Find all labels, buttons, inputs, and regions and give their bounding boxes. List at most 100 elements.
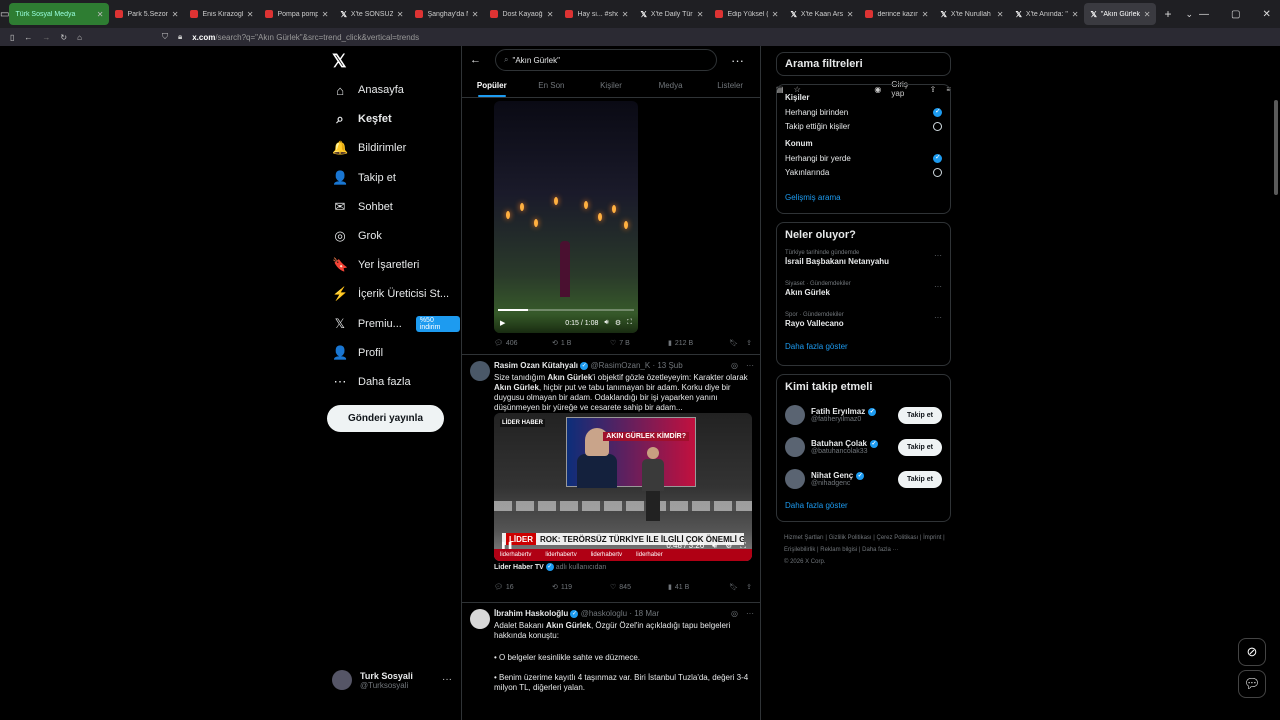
follow-suggestion[interactable]: Nihat Genç ✓ @nihadgenc Takip et [777,463,950,495]
bookmark-button[interactable]: 🔖︎ [729,339,738,347]
follow-button[interactable]: Takip et [898,471,942,488]
trend-more-icon[interactable]: ··· [934,251,942,260]
account-switcher[interactable]: Turk Sosyali @Turksosyali ··· [332,670,452,690]
browser-tab[interactable]: Enis Kirazoglu - Y ✕ [184,3,259,25]
post-button[interactable]: Gönderi yayınla [327,405,444,432]
browser-tab[interactable]: 𝕏X'te Anında: "Bir F ✕ [1009,3,1084,25]
search-tab[interactable]: Kişiler [581,74,641,97]
tab-close-icon[interactable]: ✕ [1144,10,1151,19]
follow-button[interactable]: Takip et [898,407,942,424]
follow-suggestion[interactable]: Fatih Eryılmaz ✓ @fatiheryilmaz0 Takip et [777,399,950,431]
radio-button[interactable] [933,153,942,163]
views-button[interactable]: ▮ 41 B [668,583,726,592]
browser-tab[interactable]: Dost Kayaoğlu - Y ✕ [484,3,559,25]
tab-close-icon[interactable]: ✕ [1072,10,1079,19]
sidebar-toggle-icon[interactable]: ▯ [10,33,14,42]
browser-tab[interactable]: Hay si... #shorts # ✕ [559,3,634,25]
tab-close-icon[interactable]: ✕ [697,10,704,19]
nav-item[interactable]: ⚡ İçerik Üreticisi St... [332,284,449,304]
grok-icon[interactable]: ◎ [731,609,738,618]
search-input[interactable]: ⌕ "Akın Gürlek" [495,49,717,71]
browser-tab[interactable]: derince kazın kuy ✕ [859,3,934,25]
nav-item[interactable]: 𝕏 Premiu... %50 indirim [332,314,460,334]
fullscreen-icon[interactable]: ⛶ [627,319,632,327]
footer-link[interactable]: Reklam bilgisi [820,547,857,553]
tab-close-icon[interactable]: ✕ [397,10,404,19]
tweet-date[interactable]: 13 Şub [657,361,682,370]
author-handle[interactable]: @RasimOzan_K [591,361,651,370]
reply-button[interactable]: 💬︎ 16 [494,583,552,592]
nav-item[interactable]: 🔖 Yer İşaretleri [332,255,419,275]
scrollbar[interactable] [1274,100,1278,195]
tab-list-icon[interactable]: ▭ [0,9,9,20]
minimize-icon[interactable]: — [1199,9,1209,20]
more-options-icon[interactable]: ··· [731,53,744,68]
reload-icon[interactable]: ↻ [60,33,67,42]
search-tab[interactable]: Listeler [700,74,760,97]
filter-option[interactable]: Yakınlarında [777,165,950,179]
reply-button[interactable]: 💬︎ 406 [494,339,552,348]
browser-tab[interactable]: Şanghay'da Nefes ✕ [409,3,484,25]
browser-tab[interactable]: 𝕏X'te SONSUZ: " ✕ [334,3,409,25]
filter-option[interactable]: Herhangi bir yerde [777,151,950,165]
views-button[interactable]: ▮ 212 B [668,339,726,348]
trend-more-icon[interactable]: ··· [934,313,942,322]
share-icon[interactable]: ⇪ [746,339,752,347]
video-player[interactable]: ▶ 0:15 / 1:08 🔊︎ ⚙ ⛶ [494,101,638,333]
avatar[interactable] [785,469,805,489]
search-tab[interactable]: Popüler [462,74,522,97]
repost-button[interactable]: ⟲ 119 [552,583,610,592]
who-more-link[interactable]: Daha fazla göster [777,501,950,510]
messages-fab-icon[interactable]: 💬︎ [1238,670,1266,698]
advanced-search-link[interactable]: Gelişmiş arama [777,193,950,202]
video-player[interactable]: AKIN GÜRLEK KİMDİR? LİDER HABER LİDER RO… [494,413,752,561]
trend-item[interactable]: Türkiye tarihinde gündemde İsrail Başbaka… [777,247,950,278]
lock-icon[interactable]: 🔒︎ [178,32,182,42]
shield-icon[interactable]: ⛉ [162,32,168,42]
new-tab-button[interactable]: + [1156,7,1179,21]
nav-item[interactable]: 👤 Takip et [332,168,396,188]
settings-icon[interactable]: ⚙ [615,319,621,327]
author-name[interactable]: Rasim Ozan Kütahyalı [494,361,578,370]
repost-button[interactable]: ⟲ 1 B [552,339,610,348]
grok-icon[interactable]: ◎ [731,361,738,370]
browser-tab[interactable]: Türk Sosyal Medya ✕ [9,3,110,25]
browser-tab[interactable]: 𝕏 "Akın Gürlek" ✕ [1084,3,1157,25]
search-tab[interactable]: En Son [522,74,582,97]
tab-close-icon[interactable]: ✕ [547,10,554,19]
footer-link[interactable]: Daha fazla ··· [862,547,898,553]
home-browser-icon[interactable]: ⌂ [77,33,82,42]
more-icon[interactable]: ··· [746,361,754,370]
grok-fab-icon[interactable]: ⊘ [1238,638,1266,666]
follow-button[interactable]: Takip et [898,439,942,456]
avatar[interactable] [470,361,490,381]
tab-close-icon[interactable]: ✕ [97,10,104,19]
browser-tab[interactable]: Pompa pompas ✕ [259,3,334,25]
tab-close-icon[interactable]: ✕ [322,10,329,19]
author-name[interactable]: İbrahim Haskoloğlu [494,609,568,618]
video-progress[interactable] [498,309,634,311]
account-more-icon[interactable]: ··· [442,674,452,685]
browser-tab[interactable]: 𝕏X'te Nurullah Efe: ✕ [934,3,1009,25]
follow-suggestion[interactable]: Batuhan Çolak ✓ @batuhancolak33 Takip et [777,431,950,463]
tab-close-icon[interactable]: ✕ [247,10,254,19]
nav-item[interactable]: ⌕ Keşfet [332,109,391,129]
radio-button[interactable] [933,107,942,117]
trend-item[interactable]: Spor · Gündemdekiler Rayo Vallecano ··· [777,309,950,340]
footer-link[interactable]: Çerez Politikası [877,535,919,541]
nav-item[interactable]: ⋯ Daha fazla [332,372,411,392]
avatar[interactable] [470,609,490,629]
radio-button[interactable] [933,121,942,131]
tab-overflow-icon[interactable]: ⌄ [1179,9,1199,20]
like-button[interactable]: ♡ 7 B [610,339,668,348]
browser-tab[interactable]: 𝕏X'te Daily Türkiste ✕ [634,3,709,25]
tab-close-icon[interactable]: ✕ [847,10,854,19]
back-icon[interactable]: ← [24,33,32,42]
tab-close-icon[interactable]: ✕ [172,10,179,19]
back-arrow-icon[interactable]: ← [470,54,481,66]
browser-tab[interactable]: Park 5.Sezon ✕ [109,3,184,25]
tab-close-icon[interactable]: ✕ [997,10,1004,19]
nav-item[interactable]: 🔔 Bildirimler [332,138,406,158]
author-handle[interactable]: @haskologlu [581,609,627,618]
nav-item[interactable]: ✉ Sohbet [332,197,393,217]
